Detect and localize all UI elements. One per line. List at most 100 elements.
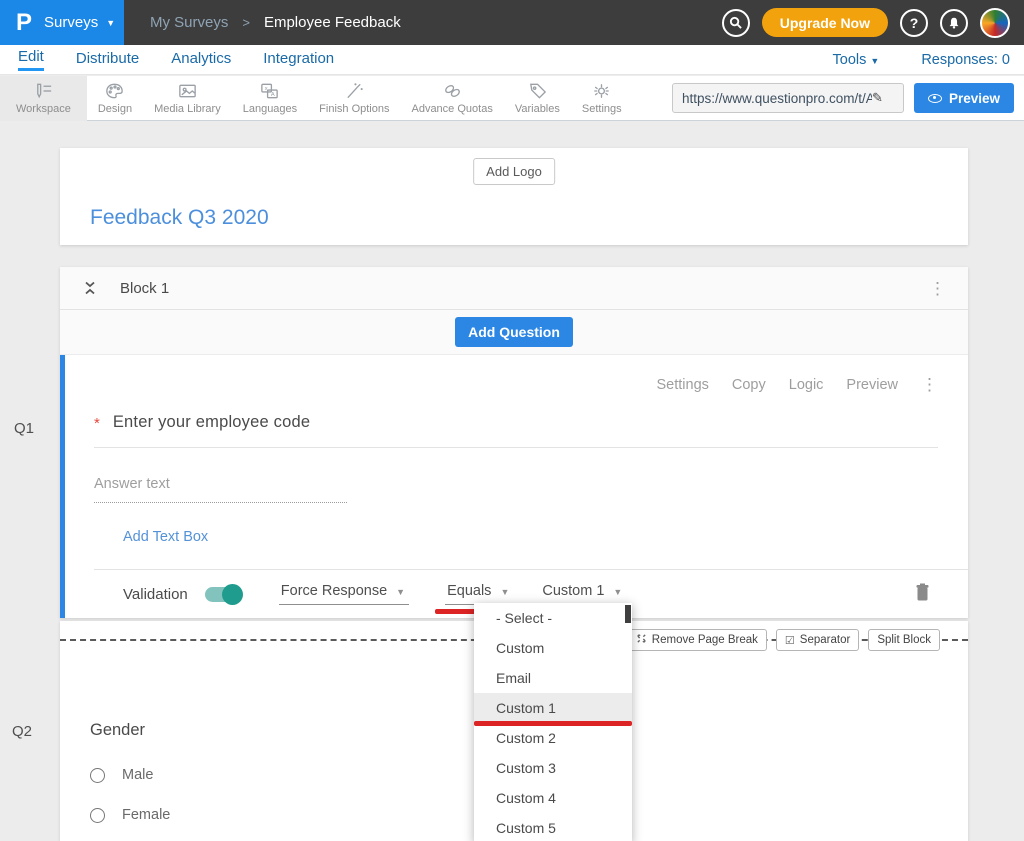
tools-dropdown[interactable]: Tools ▼ — [833, 52, 880, 68]
radio-option-female[interactable]: Female — [90, 807, 170, 823]
question-number-q2: Q2 — [12, 723, 32, 740]
survey-url-box: ✎ — [672, 83, 904, 113]
responses-count[interactable]: Responses: 0 — [921, 52, 1010, 68]
chevron-down-icon: ▼ — [500, 587, 509, 597]
tab-integration[interactable]: Integration — [263, 50, 334, 70]
section-navbar: Edit Distribute Analytics Integration To… — [0, 45, 1024, 75]
wand-icon — [344, 82, 365, 100]
validation-value-select[interactable]: Custom 1▼ — [540, 583, 626, 605]
eye-icon — [928, 94, 942, 103]
workspace-icon — [33, 82, 54, 100]
survey-url-input[interactable] — [682, 91, 872, 106]
breadcrumb-separator: > — [242, 15, 250, 30]
remove-page-break-button[interactable]: Remove Page Break — [627, 629, 767, 651]
toolbar-item-media-library[interactable]: Media Library — [143, 76, 232, 121]
question-menu-dots-icon[interactable]: ⋮ — [921, 376, 938, 393]
breadcrumb-current-survey: Employee Feedback — [264, 14, 401, 31]
question-preview-link[interactable]: Preview — [846, 377, 898, 393]
breadcrumb-my-surveys[interactable]: My Surveys — [150, 14, 228, 31]
dropdown-option-email[interactable]: Email — [474, 663, 632, 693]
question-card-q1[interactable]: Settings Copy Logic Preview ⋮ * Enter yo… — [60, 355, 968, 618]
upgrade-now-button[interactable]: Upgrade Now — [762, 8, 888, 37]
toolbar-item-settings[interactable]: Settings — [571, 76, 633, 121]
header-actions: Upgrade Now ? — [722, 8, 1024, 38]
toolbar-item-design[interactable]: Design — [87, 76, 143, 121]
add-question-button[interactable]: Add Question — [455, 317, 573, 347]
radio-option-male[interactable]: Male — [90, 767, 153, 783]
toggle-knob — [222, 584, 243, 605]
product-menu[interactable]: P Surveys ▼ — [0, 0, 124, 45]
validation-value-dropdown-menu: - Select - Custom Email Custom 1 Custom … — [474, 603, 632, 841]
block-menu-dots-icon[interactable]: ⋮ — [929, 280, 946, 297]
tab-edit[interactable]: Edit — [18, 48, 44, 71]
delete-validation-trash-icon[interactable] — [915, 583, 930, 606]
dropdown-option-custom4[interactable]: Custom 4 — [474, 783, 632, 813]
broken-link-icon — [636, 633, 647, 647]
force-response-select[interactable]: Force Response▼ — [279, 583, 409, 605]
checkbox-checked-icon: ☑ — [785, 634, 795, 647]
edit-url-pencil-icon[interactable]: ✎ — [872, 90, 883, 106]
question-number-q1: Q1 — [14, 420, 34, 437]
annotation-underline-custom1 — [474, 721, 632, 726]
links-icon — [442, 82, 463, 100]
radio-circle-icon[interactable] — [90, 768, 105, 783]
question-text[interactable]: Enter your employee code — [113, 413, 310, 432]
answer-text-field[interactable]: Answer text — [94, 476, 347, 503]
dropdown-option-custom3[interactable]: Custom 3 — [474, 753, 632, 783]
block-card: Block 1 ⋮ Add Question Settings Copy Log… — [60, 267, 968, 618]
operator-select[interactable]: Equals▼ — [445, 583, 513, 605]
help-icon[interactable]: ? — [900, 9, 928, 37]
chevron-down-icon: ▼ — [106, 18, 115, 28]
chevron-down-icon: ▼ — [613, 587, 622, 597]
toolbar-item-languages[interactable]: xA Languages — [232, 76, 308, 121]
preview-button[interactable]: Preview — [914, 83, 1014, 113]
question-actions: Settings Copy Logic Preview ⋮ — [94, 355, 968, 393]
survey-editor-page: P Surveys ▼ My Surveys > Employee Feedba… — [0, 0, 1024, 841]
question-copy-link[interactable]: Copy — [732, 377, 766, 393]
split-block-button[interactable]: Split Block — [868, 629, 940, 651]
survey-title[interactable]: Feedback Q3 2020 — [90, 206, 269, 230]
collapse-block-icon[interactable] — [82, 280, 98, 296]
dropdown-option-custom[interactable]: Custom — [474, 633, 632, 663]
block-header: Block 1 ⋮ — [60, 267, 968, 310]
add-logo-button[interactable]: Add Logo — [473, 158, 555, 185]
add-text-box-link[interactable]: Add Text Box — [123, 529, 208, 545]
toolbar-item-workspace[interactable]: Workspace — [0, 76, 87, 121]
validation-label: Validation — [123, 586, 188, 603]
toolbar-item-variables[interactable]: Variables — [504, 76, 571, 121]
toolbar-item-finish-options[interactable]: Finish Options — [308, 76, 400, 121]
chevron-down-icon: ▼ — [396, 587, 405, 597]
dropdown-option-custom5[interactable]: Custom 5 — [474, 813, 632, 841]
user-avatar[interactable] — [980, 8, 1010, 38]
gear-icon — [591, 82, 612, 100]
dropdown-scrollbar-thumb[interactable] — [625, 605, 631, 623]
dropdown-option-select[interactable]: - Select - — [474, 603, 632, 633]
top-header: P Surveys ▼ My Surveys > Employee Feedba… — [0, 0, 1024, 45]
questionpro-logo-icon: P — [16, 9, 32, 37]
dropdown-option-custom1[interactable]: Custom 1 — [474, 693, 632, 723]
palette-icon — [104, 82, 125, 100]
block-name[interactable]: Block 1 — [120, 280, 169, 297]
product-name: Surveys — [44, 14, 98, 31]
question-text-row: * Enter your employee code — [94, 413, 938, 448]
tab-analytics[interactable]: Analytics — [171, 50, 231, 70]
page-break-buttons: Remove Page Break ☑ Separator Split Bloc… — [627, 629, 940, 651]
radio-circle-icon[interactable] — [90, 808, 105, 823]
toolbar-item-advance-quotas[interactable]: Advance Quotas — [400, 76, 503, 121]
toolbar-right: ✎ Preview — [672, 83, 1024, 113]
add-question-row: Add Question — [60, 310, 968, 355]
separator-button[interactable]: ☑ Separator — [776, 629, 859, 651]
image-icon — [177, 82, 198, 100]
question-settings-link[interactable]: Settings — [656, 377, 708, 393]
tab-distribute[interactable]: Distribute — [76, 50, 139, 70]
notifications-bell-icon[interactable] — [940, 9, 968, 37]
question-text[interactable]: Gender — [90, 721, 145, 740]
dropdown-option-custom2[interactable]: Custom 2 — [474, 723, 632, 753]
svg-text:A: A — [271, 92, 275, 98]
validation-toggle[interactable] — [205, 587, 242, 602]
search-icon[interactable] — [722, 9, 750, 37]
svg-text:x: x — [265, 86, 268, 92]
navbar-right: Tools ▼ Responses: 0 — [833, 52, 1010, 68]
question-logic-link[interactable]: Logic — [789, 377, 824, 393]
translate-icon: xA — [259, 82, 280, 100]
